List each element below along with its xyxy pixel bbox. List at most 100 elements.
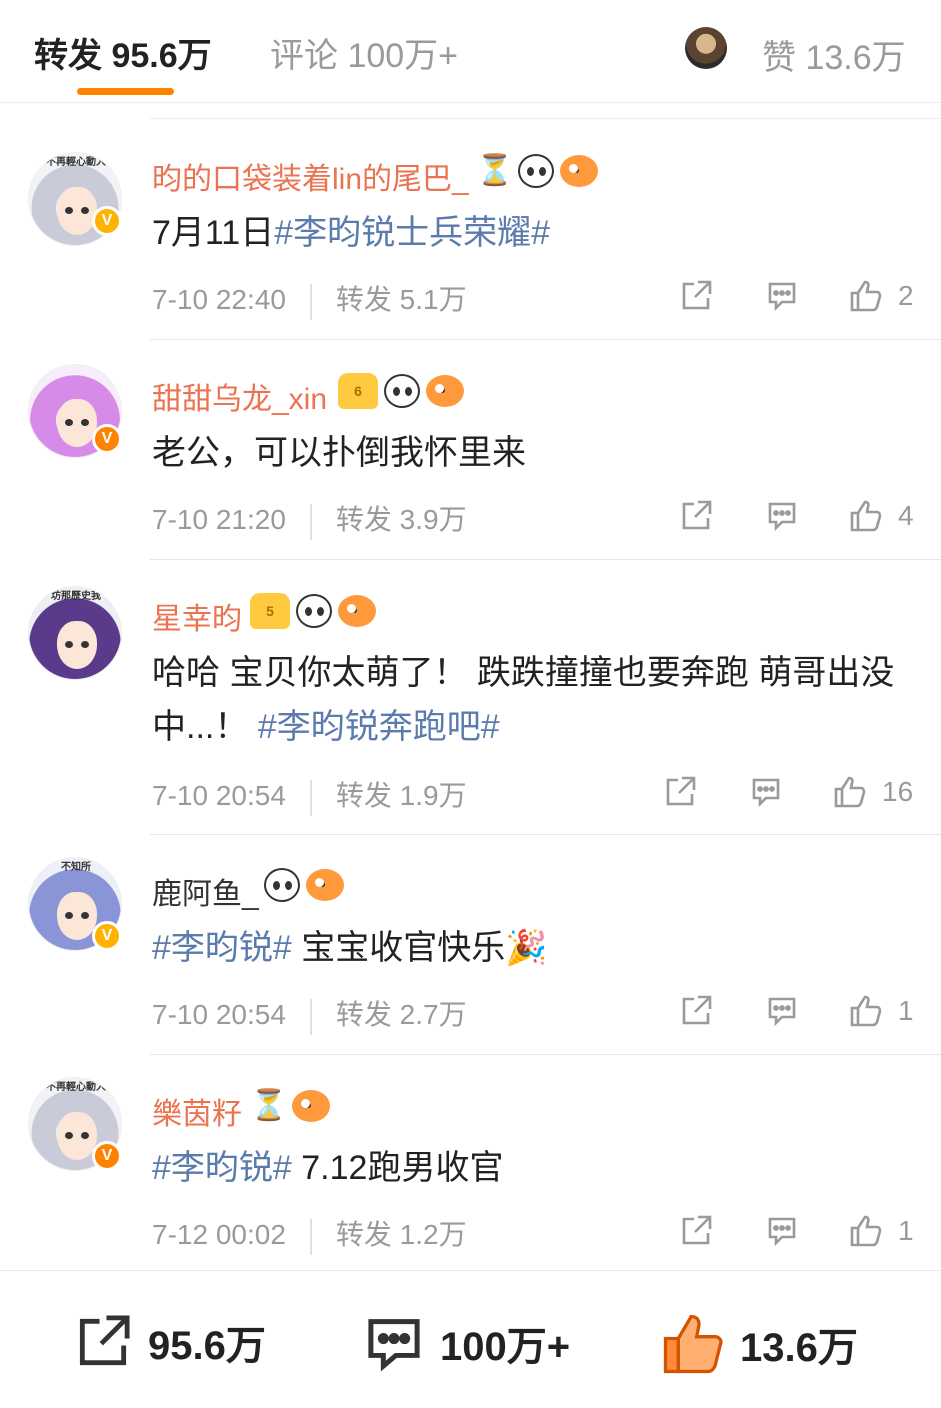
comment-text-plain: 宝宝收官快乐🎉 — [291, 929, 548, 967]
comment-text-plain: 中...！ — [152, 708, 258, 746]
comment-icon[interactable] — [748, 774, 784, 810]
like-count: 2 — [898, 280, 914, 311]
comment-time: 7-10 22:40 — [152, 284, 286, 315]
comment-icon[interactable] — [764, 498, 800, 534]
like-button[interactable]: 16 — [832, 774, 913, 810]
repost-count[interactable]: 转发 2.7万 — [336, 999, 467, 1030]
like-button[interactable]: 13.6万 — [660, 1311, 858, 1377]
comment-icon[interactable] — [764, 1213, 800, 1249]
username[interactable]: 樂茵籽 — [152, 1089, 242, 1133]
comment-icon[interactable] — [764, 993, 800, 1029]
thumbs-up-icon — [850, 995, 882, 1027]
share-icon[interactable] — [678, 278, 714, 314]
comment-meta: 7-12 00:02 转发 1.2万 — [152, 1213, 467, 1255]
list-item: 不知所 V 鹿阿鱼_ #李昀锐# 宝宝收官快乐🎉 7-10 20:54 转发 2.… — [0, 835, 941, 1055]
panda-icon — [264, 868, 300, 902]
comment-time: 7-10 21:20 — [152, 504, 286, 535]
avatar-caption: 不再輕心動人 — [46, 157, 106, 168]
active-tab-indicator — [77, 88, 174, 95]
topic-link[interactable]: #李昀锐士兵荣耀# — [274, 214, 550, 252]
meta-separator — [309, 998, 312, 1035]
liker-avatar[interactable] — [685, 27, 727, 69]
comment-icon[interactable] — [764, 278, 800, 314]
thumbs-up-icon — [834, 776, 866, 808]
share-icon[interactable] — [678, 993, 714, 1029]
comment-text-line: 哈哈 宝贝你太萌了！ 跌跌撞撞也要奔跑 萌哥出没 — [152, 654, 895, 692]
comment-button[interactable]: 100万+ — [362, 1311, 570, 1375]
share-icon[interactable] — [678, 498, 714, 534]
repost-count[interactable]: 转发 5.1万 — [336, 284, 467, 315]
like-count: 4 — [898, 500, 914, 531]
like-button[interactable]: 2 — [848, 278, 914, 314]
username[interactable]: 甜甜乌龙_xin — [152, 374, 327, 418]
fish-icon — [560, 155, 598, 187]
user-badges: ⏳ — [250, 1088, 330, 1124]
repost-count[interactable]: 转发 1.2万 — [336, 1219, 467, 1250]
avatar-caption: 不知所 — [61, 862, 91, 873]
topic-link[interactable]: #李昀锐# — [152, 1149, 292, 1187]
comment-text-plain: 7月11日 — [152, 214, 275, 252]
fish-icon — [306, 869, 344, 901]
hourglass-icon: ⏳ — [476, 154, 514, 187]
forward-count: 95.6万 — [148, 1324, 266, 1368]
like-button[interactable]: 1 — [848, 993, 914, 1029]
comment-text: #李昀锐# 7.12跑男收官 — [152, 1141, 922, 1195]
meta-separator — [309, 503, 312, 540]
meta-separator — [309, 779, 312, 816]
thumbs-up-icon — [850, 280, 882, 312]
comment-meta: 7-10 21:20 转发 3.9万 — [152, 498, 467, 540]
bottom-action-bar: 95.6万 100万+ 13.6万 — [0, 1270, 941, 1408]
tab-forward[interactable]: 转发 95.6万 — [34, 28, 212, 77]
fish-icon — [338, 595, 376, 627]
forward-button[interactable]: 95.6万 — [72, 1311, 266, 1373]
verified-badge-icon: V — [92, 921, 122, 951]
comment-actions: 2 — [678, 278, 914, 314]
meta-separator — [309, 1218, 312, 1255]
repost-count[interactable]: 转发 1.9万 — [336, 780, 467, 811]
topic-link[interactable]: #李昀锐# — [152, 929, 292, 967]
like-count: 1 — [898, 1215, 914, 1246]
username[interactable]: 鹿阿鱼_ — [152, 869, 259, 913]
hourglass-icon: ⏳ — [250, 1089, 288, 1122]
tab-comment[interactable]: 评论 100万+ — [270, 28, 458, 77]
comment-meta: 7-10 20:54 转发 1.9万 — [152, 774, 467, 816]
thumbs-up-icon — [663, 1314, 723, 1374]
meta-separator — [309, 283, 312, 320]
list-item: 不再輕心動人 V 樂茵籽 ⏳ #李昀锐# 7.12跑男收官 7-12 00:02… — [0, 1055, 941, 1270]
like-count: 1 — [898, 995, 914, 1026]
repost-count[interactable]: 转发 3.9万 — [336, 504, 467, 535]
crown-icon: 6 — [338, 373, 378, 409]
divider — [150, 118, 941, 119]
like-count: 13.6万 — [740, 1326, 858, 1370]
like-button[interactable]: 1 — [848, 1213, 914, 1249]
tab-like[interactable]: 赞 13.6万 — [762, 30, 906, 79]
comment-time: 7-12 00:02 — [152, 1219, 286, 1250]
verified-badge-icon: V — [92, 424, 122, 454]
fish-icon — [426, 375, 464, 407]
comment-time: 7-10 20:54 — [152, 780, 286, 811]
topic-link[interactable]: #李昀锐奔跑吧# — [258, 708, 500, 746]
verified-badge-icon: V — [92, 206, 122, 236]
like-button[interactable]: 4 — [848, 498, 914, 534]
comment-actions: 1 — [678, 993, 914, 1029]
user-badges: ⏳ — [476, 153, 598, 189]
share-icon[interactable] — [662, 774, 698, 810]
comment-count: 100万+ — [440, 1325, 571, 1369]
verified-badge-icon: V — [92, 1141, 122, 1171]
panda-icon — [384, 374, 420, 408]
comment-meta: 7-10 20:54 转发 2.7万 — [152, 993, 467, 1035]
like-count: 16 — [882, 776, 914, 807]
avatar-caption: 坊那歷史我 — [51, 591, 101, 602]
comment-text: 老公，可以扑倒我怀里来 — [152, 434, 526, 472]
user-badges: 5 — [250, 593, 376, 629]
comment-time: 7-10 20:54 — [152, 999, 286, 1030]
panda-icon — [518, 154, 554, 188]
tab-header: 转发 95.6万 评论 100万+ 赞 13.6万 — [0, 0, 941, 103]
username[interactable]: 星幸昀 — [152, 594, 242, 638]
username[interactable]: 昀的口袋装着lin的尾巴_ — [152, 154, 469, 198]
comment-actions: 16 — [662, 774, 913, 810]
user-badges: 6 — [338, 373, 464, 409]
comment-meta: 7-10 22:40 转发 5.1万 — [152, 278, 467, 320]
share-icon[interactable] — [678, 1213, 714, 1249]
avatar[interactable]: 坊那歷史我 — [28, 586, 122, 680]
